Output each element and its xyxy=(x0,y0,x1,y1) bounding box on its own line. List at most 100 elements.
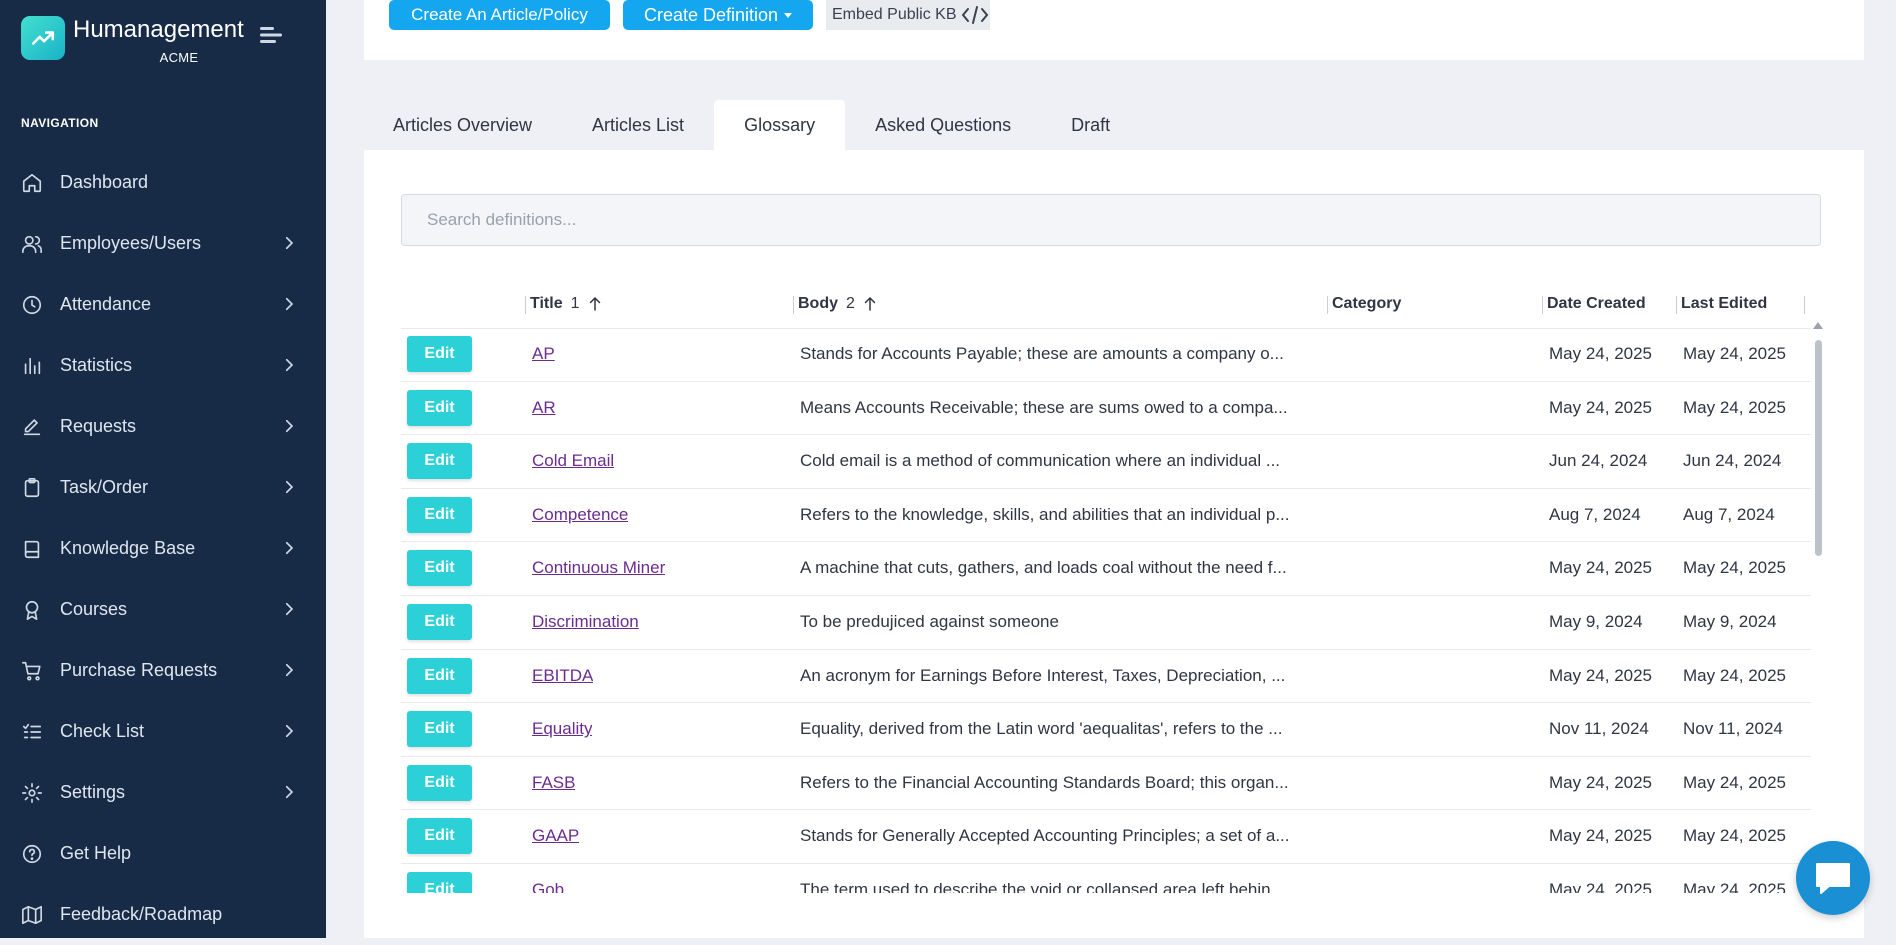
table-header: Title 1 Body 2 Category Date Created Las… xyxy=(401,280,1811,329)
definition-title-link[interactable]: Gob xyxy=(532,864,564,893)
menu-toggle-icon[interactable] xyxy=(258,22,284,48)
definition-title-link[interactable]: AP xyxy=(532,328,555,380)
caret-down-icon xyxy=(784,12,793,18)
last-edited: Aug 7, 2024 xyxy=(1683,504,1775,524)
definition-title-link[interactable]: EBITDA xyxy=(532,650,593,702)
table-body: Edit AP Stands for Accounts Payable; the… xyxy=(401,328,1811,893)
sidebar-item-employees-users[interactable]: Employees/Users xyxy=(0,213,326,274)
sidebar-item-courses[interactable]: Courses xyxy=(0,579,326,640)
edit-button[interactable]: Edit xyxy=(407,443,472,480)
chevron-right-icon xyxy=(280,295,298,313)
sidebar-item-label: Employees/Users xyxy=(60,233,202,253)
sidebar-nav: Dashboard Employees/Users Attendance Sta… xyxy=(0,152,326,945)
sidebar-item-feedback-roadmap[interactable]: Feedback/Roadmap xyxy=(0,884,326,945)
edit-button[interactable]: Edit xyxy=(407,336,472,372)
column-header-category[interactable]: Category xyxy=(1327,280,1401,328)
definition-body: Equality, derived from the Latin word 'a… xyxy=(800,719,1283,739)
sidebar-item-label: Knowledge Base xyxy=(60,538,196,558)
column-header-body[interactable]: Body 2 xyxy=(793,280,879,328)
date-created: Jun 24, 2024 xyxy=(1549,451,1648,471)
edit-button[interactable]: Edit xyxy=(407,657,472,694)
tab-draft[interactable]: Draft xyxy=(1041,100,1140,150)
gear-icon xyxy=(21,782,43,804)
definition-title-link[interactable]: Continuous Miner xyxy=(532,542,665,594)
column-header-title[interactable]: Title 1 xyxy=(525,280,604,328)
tab-label: Draft xyxy=(1071,114,1111,135)
chevron-right-icon xyxy=(280,539,298,557)
sidebar-item-knowledge-base[interactable]: Knowledge Base xyxy=(0,518,326,579)
clock-icon xyxy=(21,294,43,316)
edit-button[interactable]: Edit xyxy=(407,818,472,855)
date-created: May 24, 2025 xyxy=(1549,879,1653,893)
column-separator xyxy=(1327,296,1328,314)
date-created: Nov 11, 2024 xyxy=(1549,719,1649,739)
chat-button[interactable] xyxy=(1796,841,1870,915)
sidebar-item-settings[interactable]: Settings xyxy=(0,762,326,823)
column-separator xyxy=(1804,296,1805,314)
arrow-up-icon xyxy=(586,295,604,313)
sidebar-item-statistics[interactable]: Statistics xyxy=(0,335,326,396)
sidebar-item-check-list[interactable]: Check List xyxy=(0,701,326,762)
edit-button[interactable]: Edit xyxy=(407,603,472,640)
embed-public-kb-button[interactable]: Embed Public KB xyxy=(826,0,990,30)
trend-up-icon xyxy=(21,16,65,60)
definition-title-link[interactable]: Competence xyxy=(532,489,628,541)
last-edited: May 24, 2025 xyxy=(1683,344,1787,363)
brand-name: Humanagement xyxy=(73,16,244,43)
date-created: May 24, 2025 xyxy=(1549,344,1653,363)
tab-articles-list[interactable]: Articles List xyxy=(562,100,714,150)
sidebar-item-dashboard[interactable]: Dashboard xyxy=(0,152,326,213)
definition-title-link[interactable]: Equality xyxy=(532,703,592,755)
definition-body: Refers to the knowledge, skills, and abi… xyxy=(800,504,1290,524)
sidebar-item-attendance[interactable]: Attendance xyxy=(0,274,326,335)
table-row: Edit GAAP Stands for Generally Accepted … xyxy=(401,810,1811,864)
edit-button[interactable]: Edit xyxy=(407,764,472,801)
table-row: Edit EBITDA An acronym for Earnings Befo… xyxy=(401,650,1811,704)
column-label: Title xyxy=(530,295,563,312)
home-icon xyxy=(21,172,43,194)
edit-button[interactable]: Edit xyxy=(407,871,472,893)
tab-asked-questions[interactable]: Asked Questions xyxy=(845,100,1041,150)
definition-body: Stands for Accounts Payable; these are a… xyxy=(800,344,1284,363)
table-row: Edit Competence Refers to the knowledge,… xyxy=(401,489,1811,543)
sidebar-item-purchase-requests[interactable]: Purchase Requests xyxy=(0,640,326,701)
last-edited: May 24, 2025 xyxy=(1683,397,1787,417)
search-input[interactable] xyxy=(401,194,1821,246)
definition-body: Means Accounts Receivable; these are sum… xyxy=(800,397,1288,417)
create-article-button[interactable]: Create An Article/Policy xyxy=(389,0,610,30)
help-icon xyxy=(21,843,43,865)
last-edited: Jun 24, 2024 xyxy=(1683,451,1782,471)
definition-title-link[interactable]: Discrimination xyxy=(532,596,639,648)
date-created: May 9, 2024 xyxy=(1549,611,1643,631)
column-separator xyxy=(1542,296,1543,314)
sidebar-item-label: Settings xyxy=(60,782,126,802)
tab-label: Articles List xyxy=(592,114,685,135)
create-definition-label: Create Definition xyxy=(643,4,779,25)
definition-title-link[interactable]: FASB xyxy=(532,757,575,809)
tab-articles-overview[interactable]: Articles Overview xyxy=(364,100,562,150)
create-definition-button[interactable]: Create Definition xyxy=(623,0,813,30)
cart-icon xyxy=(21,660,43,682)
table-row: Edit Equality Equality, derived from the… xyxy=(401,703,1811,757)
table-row: Edit AP Stands for Accounts Payable; the… xyxy=(401,328,1811,382)
edit-button[interactable]: Edit xyxy=(407,550,472,587)
sidebar-item-requests[interactable]: Requests xyxy=(0,396,326,457)
column-header-last-edited[interactable]: Last Edited xyxy=(1676,280,1767,328)
chevron-right-icon xyxy=(280,234,298,252)
definition-title-link[interactable]: Cold Email xyxy=(532,435,614,487)
definition-title-link[interactable]: AR xyxy=(532,382,556,434)
sidebar-item-task-order[interactable]: Task/Order xyxy=(0,457,326,518)
edit-button[interactable]: Edit xyxy=(407,711,472,748)
table-row: Edit Discrimination To be predujiced aga… xyxy=(401,596,1811,650)
sidebar-item-get-help[interactable]: Get Help xyxy=(0,823,326,884)
column-header-date-created[interactable]: Date Created xyxy=(1542,280,1646,328)
scroll-up-icon[interactable] xyxy=(1813,322,1823,329)
definition-title-link[interactable]: GAAP xyxy=(532,810,579,862)
tab-glossary[interactable]: Glossary xyxy=(714,100,846,150)
table-scrollbar[interactable] xyxy=(1813,322,1823,885)
org-name: ACME xyxy=(159,50,199,65)
scrollbar-thumb[interactable] xyxy=(1815,340,1822,556)
edit-button[interactable]: Edit xyxy=(407,389,472,426)
edit-button[interactable]: Edit xyxy=(407,496,472,533)
column-separator xyxy=(1676,296,1677,314)
